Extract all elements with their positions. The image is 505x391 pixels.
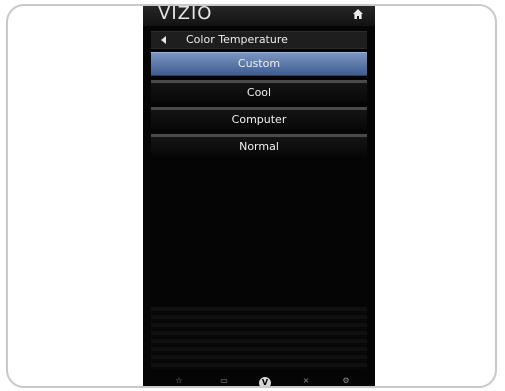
color-temperature-menu: Custom Cool Computer Normal (151, 52, 367, 156)
vizio-logo: VIZIO (158, 4, 213, 24)
device-frame: VIZIO Color Temperature Custom Cool Comp… (6, 4, 497, 388)
close-icon: × (302, 376, 310, 385)
bottom-remote-navigation: ☆ ▭ V × ⚙ (143, 371, 375, 386)
lower-menu-area (151, 307, 367, 369)
close-button[interactable]: × (286, 374, 326, 386)
color-temperature-header: Color Temperature (151, 31, 367, 49)
vizio-v-icon[interactable]: V (259, 377, 271, 386)
menu-item-custom[interactable]: Custom (151, 52, 367, 76)
menu-item-computer[interactable]: Computer (151, 107, 367, 129)
menu-item-normal[interactable]: Normal (151, 134, 367, 156)
star-button[interactable]: ☆ (159, 374, 199, 386)
top-bar: VIZIO (143, 4, 375, 26)
back-arrow-icon[interactable] (161, 36, 166, 44)
star-icon: ☆ (175, 376, 183, 385)
input-button[interactable]: ▭ (204, 374, 244, 386)
page-title: Color Temperature (186, 33, 288, 46)
settings-icon: ⚙ (342, 376, 350, 385)
menu-item-cool[interactable]: Cool (151, 80, 367, 102)
input-icon: ▭ (220, 376, 228, 385)
home-icon[interactable] (352, 8, 364, 20)
settings-button[interactable]: ⚙ (326, 374, 366, 386)
tv-menu-screen: VIZIO Color Temperature Custom Cool Comp… (143, 4, 375, 386)
